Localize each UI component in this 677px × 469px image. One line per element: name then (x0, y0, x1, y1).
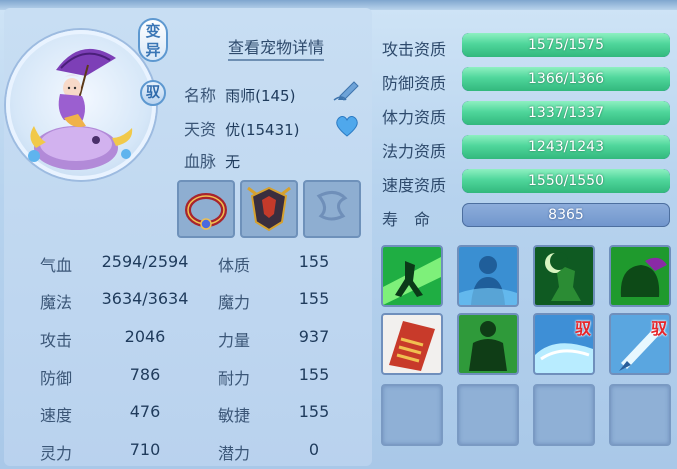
skill-slot[interactable]: 驭 (609, 313, 671, 375)
empty-skill-slot[interactable] (457, 384, 519, 446)
equip-slot-armor[interactable] (240, 180, 298, 238)
aptitude-bar: 1337/1337 (462, 101, 670, 125)
empty-skill-slot[interactable] (609, 384, 671, 446)
life-value: 8365 (548, 207, 584, 223)
pet-talent-row: 天资 优(15431) (184, 116, 300, 140)
stat-value-defense: 786 (129, 365, 161, 384)
water-figure-icon (459, 247, 517, 305)
stat-value-hp: 2594/2594 (101, 252, 189, 271)
stat-value-speed: 476 (129, 402, 161, 421)
stat-value-endurance: 155 (298, 365, 330, 384)
pet-name-row: 名称 雨师(145) (184, 82, 295, 106)
green-giant-icon (459, 315, 517, 373)
life-bar: 8365 (462, 203, 670, 227)
skill-slot[interactable]: 驭 (533, 313, 595, 375)
stat-label-potential: 潜力 (218, 444, 251, 463)
pet-talent-label: 天资 (184, 120, 217, 139)
aptitude-value: 1337/1337 (528, 105, 604, 121)
stat-value-spirit: 710 (129, 440, 161, 459)
aptitude-row-defense: 防御资质 1366/1366 (382, 67, 672, 93)
skill-slot[interactable] (457, 313, 519, 375)
empty-slot-icon (316, 191, 348, 221)
skill-slot[interactable] (381, 313, 443, 375)
view-pet-details-link[interactable]: 查看宠物详情 (228, 34, 325, 61)
mutation-badge: 变异 (138, 18, 168, 62)
stat-value-constitution: 155 (298, 252, 330, 271)
equip-slot-collar[interactable] (177, 180, 235, 238)
stat-row: 速度 476 敏捷 155 (40, 402, 340, 426)
stat-label-attack: 攻击 (40, 331, 73, 350)
life-label: 寿 命 (382, 210, 431, 229)
red-scroll-icon (383, 315, 441, 373)
aptitude-label: 体力资质 (382, 108, 447, 127)
stat-label-agility: 敏捷 (218, 406, 251, 425)
pet-bloodline-row: 血脉 无 (184, 148, 240, 172)
aptitude-label: 攻击资质 (382, 40, 447, 59)
stat-label-mp: 魔法 (40, 293, 73, 312)
rename-pencil-icon[interactable] (332, 76, 362, 102)
stat-value-attack: 2046 (124, 327, 166, 346)
green-beast-icon (611, 247, 669, 305)
aptitude-row-attack: 攻击资质 1575/1575 (382, 33, 672, 59)
aptitude-value: 1550/1550 (528, 173, 604, 189)
aptitude-value: 1575/1575 (528, 37, 604, 53)
aptitude-value: 1243/1243 (528, 139, 604, 155)
stat-value-potential: 0 (308, 440, 320, 459)
aptitude-bar: 1550/1550 (462, 169, 670, 193)
pet-bloodline-label: 血脉 (184, 152, 217, 171)
bound-badge: 驭 (140, 80, 166, 106)
aptitude-bar: 1366/1366 (462, 67, 670, 91)
skill-slot[interactable] (457, 245, 519, 307)
stat-value-strength: 937 (298, 327, 330, 346)
life-row: 寿 命 8365 (382, 203, 672, 229)
stat-label-defense: 防御 (40, 369, 73, 388)
empty-skill-slot[interactable] (381, 384, 443, 446)
stat-label-strength: 力量 (218, 331, 251, 350)
pet-portrait[interactable] (6, 30, 156, 180)
pet-avatar-icon (28, 48, 133, 170)
bound-label: 驭 (146, 85, 160, 101)
stat-label-speed: 速度 (40, 406, 73, 425)
skill-slot[interactable] (381, 245, 443, 307)
aptitude-row-stamina: 体力资质 1337/1337 (382, 101, 672, 127)
stat-row: 防御 786 耐力 155 (40, 365, 340, 389)
skill-slot[interactable] (533, 245, 595, 307)
skill-bound-mark: 驭 (574, 319, 591, 338)
stat-label-magic: 魔力 (218, 293, 251, 312)
stat-label-hp: 气血 (40, 256, 73, 275)
stat-label-constitution: 体质 (218, 256, 251, 275)
aptitude-value: 1366/1366 (528, 71, 604, 87)
stat-row: 灵力 710 潜力 0 (40, 440, 340, 464)
stat-row: 气血 2594/2594 体质 155 (40, 252, 340, 276)
stat-value-agility: 155 (298, 402, 330, 421)
aptitude-label: 速度资质 (382, 176, 447, 195)
aptitude-bar: 1575/1575 (462, 33, 670, 57)
mutation-label: 变异 (145, 22, 161, 59)
pet-name-label: 名称 (184, 86, 217, 105)
favorite-heart-icon[interactable] (334, 114, 360, 138)
aptitude-label: 防御资质 (382, 74, 447, 93)
skill-bound-mark: 驭 (650, 319, 667, 338)
shadow-strike-icon (383, 247, 441, 305)
equip-slot-empty[interactable] (303, 180, 361, 238)
stat-row: 攻击 2046 力量 937 (40, 327, 340, 351)
pet-bloodline-value: 无 (225, 153, 241, 171)
stat-value-magic: 155 (298, 289, 330, 308)
aptitude-label: 法力资质 (382, 142, 447, 161)
empty-skill-slot[interactable] (533, 384, 595, 446)
aptitude-bar: 1243/1243 (462, 135, 670, 159)
stat-value-mp: 3634/3634 (101, 289, 189, 308)
aptitude-row-speed: 速度资质 1550/1550 (382, 169, 672, 195)
pet-name-value: 雨师(145) (225, 87, 296, 105)
collar-icon (185, 193, 227, 230)
stat-label-endurance: 耐力 (218, 369, 251, 388)
stat-label-spirit: 灵力 (40, 444, 73, 463)
skill-slot[interactable] (609, 245, 671, 307)
armor-icon (247, 186, 291, 232)
pet-talent-value: 优(15431) (225, 121, 300, 139)
aptitude-row-magic: 法力资质 1243/1243 (382, 135, 672, 161)
moon-warrior-icon (535, 247, 593, 305)
stat-row: 魔法 3634/3634 魔力 155 (40, 289, 340, 313)
